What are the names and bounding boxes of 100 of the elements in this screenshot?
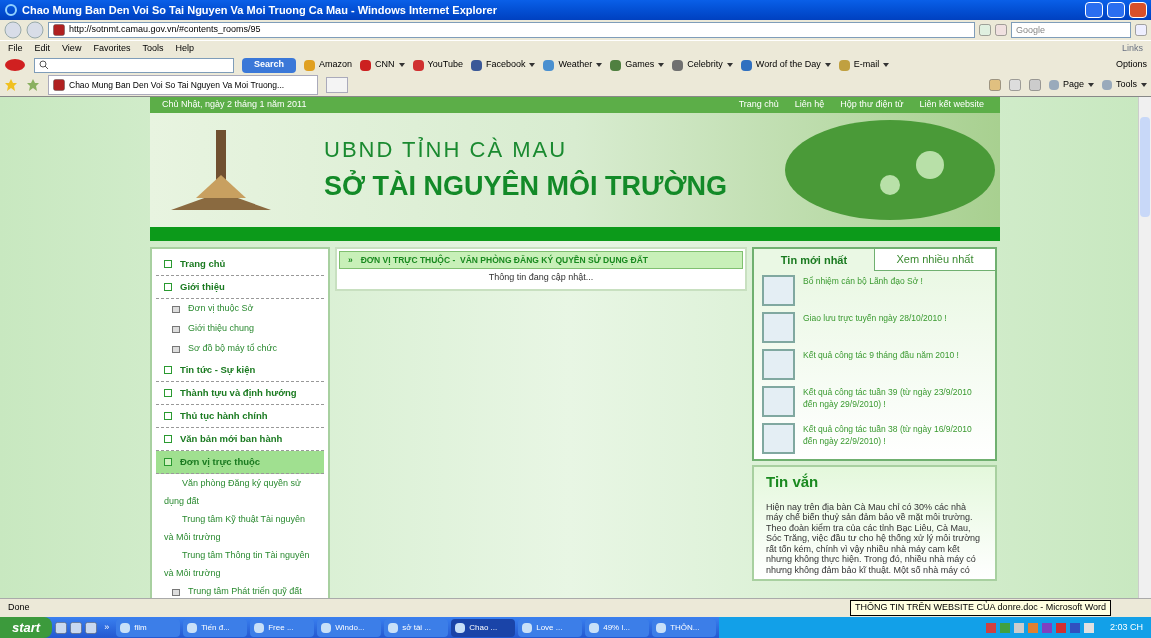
sidebar-item[interactable]: Tin tức - Sự kiện	[156, 359, 324, 382]
sidebar-subitem[interactable]: Giới thiệu chung	[156, 319, 324, 339]
search-button[interactable]: Search	[242, 57, 297, 73]
star-icon[interactable]	[4, 78, 18, 92]
header-link[interactable]: Liên hệ	[790, 98, 829, 112]
caret-icon[interactable]	[398, 63, 405, 67]
toolbar-link[interactable]: Word of the Day	[755, 58, 821, 72]
sidebar-subitem[interactable]: Trung tâm Kỹ thuật Tài nguyên và Môi trường	[156, 510, 324, 546]
date-text: Chủ Nhật, ngày 2 tháng 1 năm 2011	[162, 98, 308, 112]
bullet-icon	[164, 412, 172, 420]
options-button[interactable]: Options	[1115, 58, 1147, 72]
menu-item[interactable]: File	[8, 41, 23, 56]
toolbar-link[interactable]: YouTube	[427, 58, 463, 72]
toolbar-link[interactable]: E-mail	[853, 58, 880, 72]
bullet-icon	[164, 283, 172, 291]
taskbar-button[interactable]: THÔN...	[652, 618, 717, 637]
caret-icon[interactable]	[726, 63, 733, 67]
sidebar-item[interactable]: Thủ tục hành chính	[156, 405, 324, 428]
caret-icon[interactable]	[883, 63, 890, 67]
taskbar-button[interactable]: Chao ...	[451, 618, 516, 637]
news-link[interactable]: Kết quả công tác 9 tháng đầu năm 2010 !	[803, 349, 959, 381]
toolbar-search-field[interactable]	[34, 57, 234, 73]
news-link[interactable]: Kết quả công tác tuần 39 (từ ngày 23/9/2010 đến ngày 29/9/2010) !	[803, 386, 987, 418]
image-placeholder	[762, 423, 795, 454]
news-link[interactable]: Kết quả công tác tuần 38 (từ ngày 16/9/2010 đến ngày 22/9/2010) !	[803, 423, 987, 455]
news-link[interactable]: Bổ nhiệm cán bộ Lãnh đạo Sở !	[803, 275, 923, 307]
menu-item[interactable]: Tools	[142, 41, 164, 56]
forward-button-icon[interactable]	[26, 21, 44, 39]
toolbar-link[interactable]: Games	[625, 58, 655, 72]
caret-icon[interactable]	[596, 63, 603, 67]
news-tab[interactable]: Xem nhiều nhất	[874, 249, 995, 271]
menu-item[interactable]: View	[62, 41, 82, 56]
sidebar-subitem[interactable]: Đơn vị thuộc Sở	[156, 299, 324, 319]
bullet-icon	[164, 389, 172, 397]
caret-icon[interactable]	[529, 63, 536, 67]
start-button[interactable]: start	[0, 617, 53, 638]
taskbar-button[interactable]: Tiến đ...	[183, 618, 248, 637]
toolbar-link[interactable]: Weather	[558, 58, 593, 72]
overflow-chevron[interactable]: »	[100, 620, 114, 635]
image-placeholder	[762, 386, 795, 417]
address-field[interactable]: http://sotnmt.camau.gov.vn/#contents_rooms/95	[48, 22, 975, 38]
image-placeholder	[762, 349, 795, 380]
close-icon[interactable]	[1129, 2, 1147, 18]
news-link[interactable]: Giao lưu trực tuyến ngày 28/10/2010 !	[803, 312, 947, 344]
new-tab-button[interactable]	[326, 77, 348, 93]
toolbar-link[interactable]: Celebrity	[687, 58, 723, 72]
header-link[interactable]: Liên kết website	[915, 98, 988, 112]
chevron-text: »	[348, 253, 353, 267]
toolbar-link[interactable]: Amazon	[319, 58, 353, 72]
sidebar-subitem[interactable]: Trung tâm Phát triển quỹ đất	[156, 582, 324, 598]
back-button-icon[interactable]	[4, 21, 22, 39]
caret-icon	[1088, 83, 1094, 87]
menu-item[interactable]: Favorites	[93, 41, 131, 56]
menu-item[interactable]: Edit	[34, 41, 51, 56]
taskbar-button[interactable]: Free ...	[250, 618, 315, 637]
status-message: Thông tin đang cập nhật...	[488, 271, 594, 284]
bullet-icon	[164, 435, 172, 443]
add-favorite-icon[interactable]	[26, 78, 40, 92]
command-button[interactable]: Page	[1048, 78, 1094, 92]
image-placeholder	[762, 275, 795, 306]
status-text: Done	[8, 601, 31, 615]
links-label[interactable]: Links	[1122, 41, 1143, 56]
sidebar-subitem[interactable]: Sơ đồ bộ máy tổ chức	[156, 339, 324, 359]
sidebar-item[interactable]: Giới thiệu	[156, 276, 324, 299]
sidebar-item[interactable]: Đơn vị trực thuộc	[156, 451, 324, 474]
tooltip: THÔNG TIN TRÊN WEBSITE CỦA donre.doc - Microsoft Word	[849, 600, 1111, 616]
caret-icon[interactable]	[658, 63, 665, 67]
command-button[interactable]: Tools	[1102, 78, 1147, 92]
bullet-icon	[172, 305, 180, 313]
news-tab[interactable]: Tin mới nhất	[754, 249, 874, 271]
bullet-icon	[164, 458, 172, 466]
sidebar-subitem[interactable]: Văn phòng Đăng ký quyền sử dụng đất	[156, 474, 324, 510]
browser-tab[interactable]: Chao Mung Ban Den Voi So Tai Nguyen Va Moi Truong...	[48, 75, 318, 95]
header-link[interactable]: Trang chủ	[734, 98, 783, 112]
window-title: Chao Mung Ban Den Voi So Tai Nguyen Va Moi Truong Ca Mau - Windows Internet Explorer	[22, 2, 498, 18]
taskbar-button[interactable]: Love ...	[518, 618, 583, 637]
sidebar-subitem[interactable]: Trung tâm Thông tin Tài nguyên và Môi trường	[156, 546, 324, 582]
scrollbar[interactable]	[1138, 97, 1151, 598]
search-field[interactable]: Google	[1011, 22, 1131, 38]
menu-item[interactable]: Help	[175, 41, 194, 56]
clock: 2:03 CH	[1109, 620, 1143, 634]
brief-title: Tin vắn	[766, 472, 820, 492]
scrollbar-thumb[interactable]	[1140, 117, 1150, 217]
caret-icon	[1141, 83, 1147, 87]
caret-icon[interactable]	[824, 63, 831, 67]
taskbar-button[interactable]: sở tài ...	[384, 618, 449, 637]
bullet-icon	[172, 588, 180, 596]
toolbar-link[interactable]: Facebook	[485, 58, 526, 72]
bullet-icon	[164, 260, 172, 268]
banner-title: SỞ TÀI NGUYÊN MÔI TRƯỜNG	[324, 169, 727, 204]
taskbar-button[interactable]: film	[116, 618, 181, 637]
image-placeholder	[762, 312, 795, 343]
site-icon	[53, 24, 65, 36]
taskbar-button[interactable]: Windo...	[317, 618, 382, 637]
header-link[interactable]: Hộp thư điện tử	[836, 98, 908, 112]
taskbar-button[interactable]: 49% l...	[585, 618, 650, 637]
sidebar-item[interactable]: Trang chủ	[156, 253, 324, 276]
sidebar-item[interactable]: Thành tựu và định hướng	[156, 382, 324, 405]
toolbar-link[interactable]: CNN	[375, 58, 395, 72]
banner-subtitle: UBND TỈNH CÀ MAU	[324, 136, 569, 165]
